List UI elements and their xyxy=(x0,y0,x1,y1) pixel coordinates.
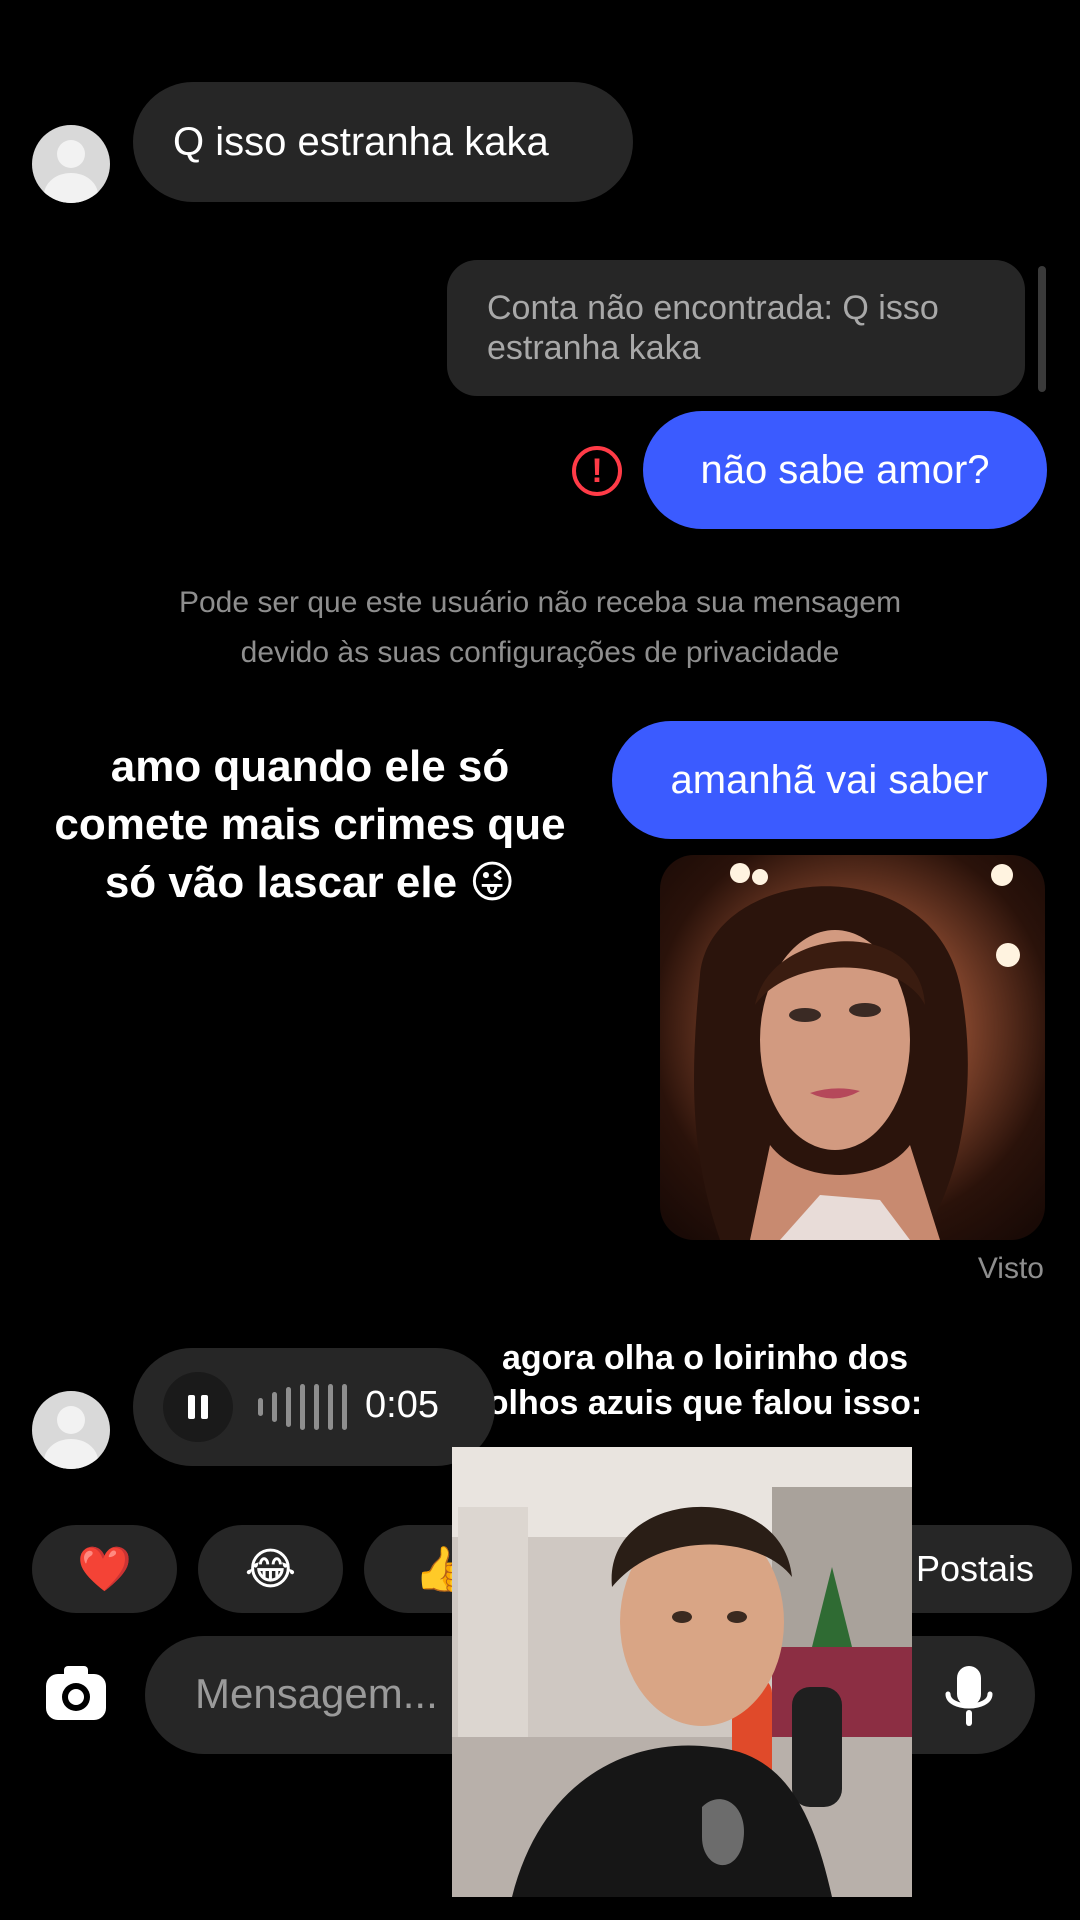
voice-message[interactable]: 0:05 xyxy=(133,1348,495,1466)
overlay-caption-bottom: agora olha o loirinho dos olhos azuis qu… xyxy=(487,1339,923,1422)
outgoing-message-text: não sabe amor? xyxy=(700,447,990,492)
reaction-laugh[interactable]: 😂 xyxy=(198,1525,343,1613)
incoming-message[interactable]: Q isso estranha kaka xyxy=(133,82,633,202)
outgoing-message-failed[interactable]: não sabe amor? xyxy=(643,411,1047,529)
seen-status: Visto xyxy=(977,1252,1044,1285)
incoming-message-text: Q isso estranha kaka xyxy=(173,119,549,164)
quoted-reply[interactable]: Conta não encontrada: Q isso estranha ka… xyxy=(447,260,1025,396)
camera-icon[interactable] xyxy=(42,1660,110,1728)
image-message[interactable] xyxy=(660,855,1045,1240)
audio-duration: 0:05 xyxy=(365,1384,439,1426)
pause-button[interactable] xyxy=(163,1372,233,1442)
reaction-heart[interactable]: ❤️ xyxy=(32,1525,177,1613)
quoted-reply-text: Conta não encontrada: Q isso estranha ka… xyxy=(487,289,939,367)
contact-avatar[interactable] xyxy=(32,125,110,203)
reply-indicator-bar xyxy=(1038,266,1046,392)
dm-screen: Q isso estranha kaka Conta não encontrad… xyxy=(0,0,1080,1920)
waveform xyxy=(258,1384,356,1430)
outgoing-message-text: amanhã vai saber xyxy=(670,757,989,802)
microphone-icon[interactable] xyxy=(942,1664,996,1730)
overlay-photo-boy xyxy=(452,1447,912,1897)
contact-avatar[interactable] xyxy=(32,1391,110,1469)
outgoing-message[interactable]: amanhã vai saber xyxy=(612,721,1047,839)
alert-circle-icon[interactable]: ! xyxy=(572,446,622,496)
overlay-caption-top: amo quando ele só comete mais crimes que… xyxy=(54,742,566,907)
privacy-notice: Pode ser que este usuário não receba sua… xyxy=(178,586,902,669)
pause-icon xyxy=(188,1395,195,1419)
photo-woman xyxy=(694,863,1020,1240)
